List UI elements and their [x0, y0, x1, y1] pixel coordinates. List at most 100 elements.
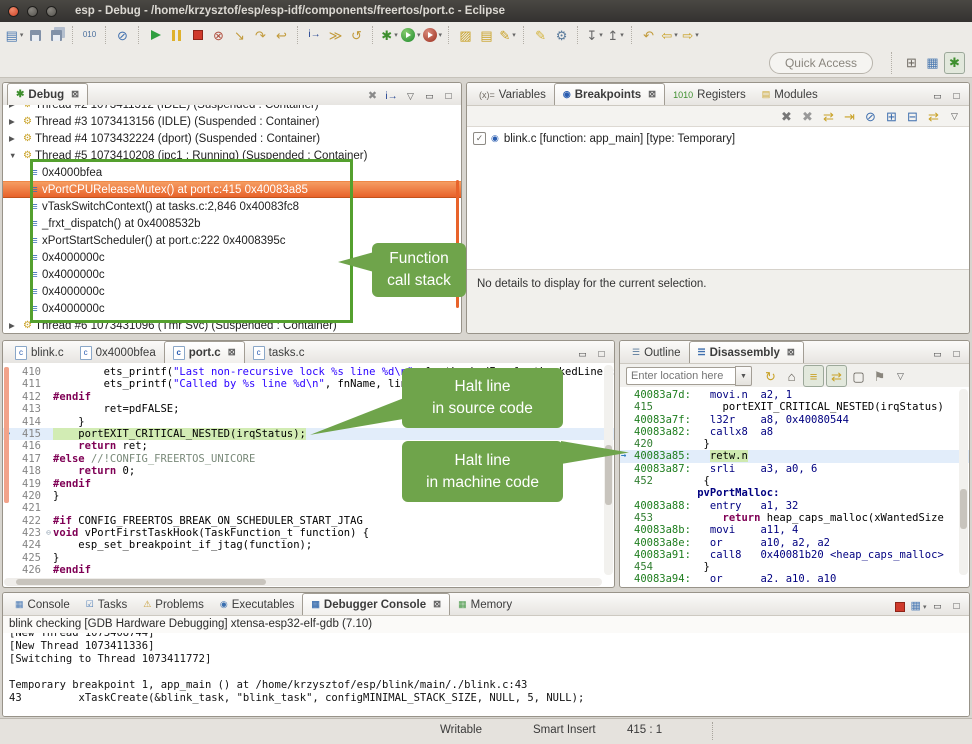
- show-source-toggle[interactable]: ≡: [803, 365, 824, 387]
- dropdown-arrow-icon[interactable]: ▾: [923, 603, 927, 611]
- tab-debugger-console[interactable]: ▦Debugger Console⊠: [302, 593, 450, 615]
- debug-thread-row[interactable]: ▼⚙Thread #5 1073410208 (ipc1 : Running) …: [3, 147, 461, 164]
- run-button[interactable]: ▾: [401, 25, 421, 45]
- tab-port-c[interactable]: cport.c⊠: [164, 341, 245, 363]
- minimize-icon[interactable]: ▭: [421, 88, 438, 105]
- close-icon[interactable]: ⊠: [433, 599, 441, 610]
- debug-frame-row[interactable]: ≡0x4000bfea: [3, 164, 461, 181]
- tab-console[interactable]: ▦Console: [7, 594, 78, 615]
- view-menu-icon[interactable]: ▽: [402, 88, 419, 105]
- tab-blink-c[interactable]: cblink.c: [7, 342, 72, 363]
- maximize-icon[interactable]: □: [948, 88, 965, 105]
- last-edit-location-button[interactable]: ↶: [639, 25, 658, 45]
- debug-frame-row[interactable]: ≡vPortCPUReleaseMutex() at port.c:415 0x…: [3, 181, 461, 198]
- back-button[interactable]: ⇦▾: [660, 25, 679, 45]
- close-icon[interactable]: ⊠: [228, 347, 236, 358]
- terminate-console-button[interactable]: [891, 598, 908, 615]
- instruction-stepping-toggle[interactable]: i→: [305, 25, 324, 45]
- location-dropdown-icon[interactable]: ▼: [735, 366, 752, 386]
- editor-vertical-scrollbar[interactable]: [604, 365, 613, 575]
- remove-all-terminated-button[interactable]: ✖: [364, 88, 381, 105]
- show-breakpoints-for-selection-button[interactable]: ⇄: [819, 106, 838, 126]
- debug-button[interactable]: ✱▾: [380, 25, 399, 45]
- dropdown-arrow-icon[interactable]: ▾: [20, 31, 24, 39]
- refresh-icon[interactable]: ↻: [761, 366, 780, 386]
- disassembly-listing[interactable]: 40083a7d: movi.n a2, 1415 portEXIT_CRITI…: [620, 387, 969, 582]
- next-annotation-button[interactable]: ↧▾: [585, 25, 604, 45]
- breakpoint-checkbox[interactable]: ✓: [473, 132, 486, 145]
- tab-tasks-c[interactable]: ctasks.c: [245, 342, 313, 363]
- tab-registers[interactable]: 1010Registers: [665, 84, 754, 105]
- tab-disassembly[interactable]: ☰Disassembly⊠: [689, 341, 804, 363]
- open-resource-button[interactable]: ▤: [477, 25, 496, 45]
- close-icon[interactable]: ⊠: [787, 347, 795, 358]
- maximize-icon[interactable]: □: [948, 598, 965, 615]
- debug-frame-row[interactable]: ≡0x4000000c: [3, 300, 461, 317]
- restart-button[interactable]: ↺: [347, 25, 366, 45]
- quick-access-button[interactable]: Quick Access: [769, 52, 873, 74]
- twistie-icon[interactable]: ▶: [9, 134, 20, 143]
- forward-button[interactable]: ⇨▾: [681, 25, 700, 45]
- new-button[interactable]: ▤▾: [5, 25, 24, 45]
- instruction-stepping-toggle[interactable]: i→: [383, 88, 400, 105]
- tab-tasks[interactable]: ☑Tasks: [78, 594, 135, 615]
- maximize-icon[interactable]: □: [948, 346, 965, 363]
- debug-thread-row[interactable]: ▶⚙Thread #6 1073431096 (Tmr Svc) (Suspen…: [3, 317, 461, 333]
- save-button[interactable]: [26, 25, 45, 45]
- minimize-icon[interactable]: ▭: [929, 88, 946, 105]
- tab-variables[interactable]: (x)=Variables: [471, 84, 554, 105]
- maximize-window-button[interactable]: [46, 6, 57, 17]
- debug-call-stack-tree[interactable]: ▶⚙Thread #2 1073411312 (IDLE) (Suspended…: [3, 105, 461, 333]
- step-return-button[interactable]: ↩: [272, 25, 291, 45]
- dropdown-arrow-icon[interactable]: ▾: [599, 31, 603, 39]
- step-over-button[interactable]: ↷: [251, 25, 270, 45]
- previous-annotation-button[interactable]: ↥▾: [606, 25, 625, 45]
- twistie-icon[interactable]: ▶: [9, 117, 20, 126]
- minimize-icon[interactable]: ▭: [929, 346, 946, 363]
- debug-frame-row[interactable]: ≡vTaskSwitchContext() at tasks.c:2,846 0…: [3, 198, 461, 215]
- link-with-debug-view-button[interactable]: ⇄: [924, 106, 943, 126]
- dropdown-arrow-icon[interactable]: ▾: [695, 31, 699, 39]
- use-step-filters-toggle[interactable]: ≫: [326, 25, 345, 45]
- dropdown-arrow-icon[interactable]: ▾: [620, 31, 624, 39]
- twistie-icon[interactable]: ▶: [9, 105, 20, 109]
- close-window-button[interactable]: [8, 6, 19, 17]
- dropdown-arrow-icon[interactable]: ▾: [394, 31, 398, 39]
- terminate-button[interactable]: [188, 25, 207, 45]
- pin-view-icon[interactable]: ⚑: [870, 366, 889, 386]
- remove-all-breakpoints-button[interactable]: ✖: [798, 106, 817, 126]
- minimize-icon[interactable]: ▭: [929, 598, 946, 615]
- open-element-button[interactable]: ▨: [456, 25, 475, 45]
- resume-button[interactable]: [146, 25, 165, 45]
- maximize-icon[interactable]: □: [440, 88, 457, 105]
- sync-context-toggle[interactable]: ⇄: [826, 365, 847, 387]
- profile-button[interactable]: ▾: [423, 25, 443, 45]
- minimize-icon[interactable]: ▭: [574, 346, 591, 363]
- tab-memory[interactable]: ▦Memory: [450, 594, 520, 615]
- disconnect-button[interactable]: ⊗: [209, 25, 228, 45]
- twistie-icon[interactable]: ▼: [9, 151, 20, 160]
- save-all-button[interactable]: [47, 25, 66, 45]
- tab-outline[interactable]: ☰Outline: [624, 342, 689, 363]
- debug-perspective-button[interactable]: ✱: [944, 52, 965, 74]
- close-icon[interactable]: ⊠: [71, 89, 79, 100]
- console-output[interactable]: [New Thread 1073408744][New Thread 10734…: [3, 633, 969, 716]
- home-icon[interactable]: ⌂: [782, 366, 801, 386]
- suspend-button[interactable]: [167, 25, 186, 45]
- debug-thread-row[interactable]: ▶⚙Thread #3 1073413156 (IDLE) (Suspended…: [3, 113, 461, 130]
- close-icon[interactable]: ⊠: [648, 89, 656, 100]
- dropdown-arrow-icon[interactable]: ▾: [674, 31, 678, 39]
- tab-modules[interactable]: ▤Modules: [754, 84, 826, 105]
- synchronize-button[interactable]: ⚙: [552, 25, 571, 45]
- debug-thread-row[interactable]: ▶⚙Thread #4 1073432224 (dport) (Suspende…: [3, 130, 461, 147]
- dropdown-arrow-icon[interactable]: ▾: [439, 31, 443, 39]
- search-button[interactable]: ✎▾: [498, 25, 517, 45]
- step-into-button[interactable]: ↘: [230, 25, 249, 45]
- maximize-icon[interactable]: □: [593, 346, 610, 363]
- dropdown-arrow-icon[interactable]: ▾: [512, 31, 516, 39]
- editor-horizontal-scrollbar[interactable]: [4, 578, 602, 586]
- skip-all-breakpoints-button[interactable]: ⊘: [861, 106, 880, 126]
- tab-breakpoints[interactable]: ◉Breakpoints⊠: [554, 83, 665, 105]
- open-perspective-button[interactable]: ⊞: [902, 53, 921, 73]
- view-menu-icon[interactable]: ▽: [891, 366, 910, 386]
